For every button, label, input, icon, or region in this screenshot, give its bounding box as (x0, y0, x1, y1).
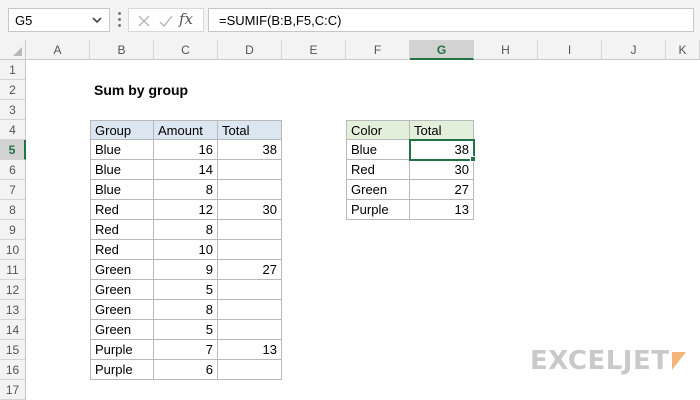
cancel-icon[interactable] (135, 12, 153, 30)
column-header-b[interactable]: B (90, 40, 154, 60)
column-header-j[interactable]: J (602, 40, 666, 60)
data-table-cell[interactable]: 8 (154, 300, 218, 320)
data-table-cell[interactable]: Green (90, 320, 154, 340)
data-table-cell[interactable]: 5 (154, 320, 218, 340)
row-header-1[interactable]: 1 (0, 60, 26, 80)
exceljet-logo-icon (672, 352, 686, 370)
row-header-3[interactable]: 3 (0, 100, 26, 120)
enter-check-icon[interactable] (157, 12, 175, 30)
data-table-cell[interactable]: 5 (154, 280, 218, 300)
data-table-cell[interactable]: Blue (90, 180, 154, 200)
data-table-cell[interactable]: 12 (154, 200, 218, 220)
data-table-cell[interactable] (218, 160, 282, 180)
data-table-cell[interactable]: 27 (218, 260, 282, 280)
formula-input[interactable]: =SUMIF(B:B,F5,C:C) (208, 8, 694, 32)
data-table-cell[interactable]: 38 (218, 140, 282, 160)
row-header-7[interactable]: 7 (0, 180, 26, 200)
row-header-6[interactable]: 6 (0, 160, 26, 180)
summary-table-header[interactable]: Total (410, 120, 474, 140)
sheet-title[interactable]: Sum by group (90, 80, 250, 100)
column-header-d[interactable]: D (218, 40, 282, 60)
data-table-cell[interactable]: Green (90, 280, 154, 300)
row-header-15[interactable]: 15 (0, 340, 26, 360)
row-header-14[interactable]: 14 (0, 320, 26, 340)
data-table-cell[interactable]: 14 (154, 160, 218, 180)
data-table-cell[interactable]: Purple (90, 360, 154, 380)
row-header-17[interactable]: 17 (0, 380, 26, 400)
data-table-cell[interactable]: Red (90, 200, 154, 220)
summary-table-cell[interactable]: Green (346, 180, 410, 200)
select-all-icon[interactable] (0, 40, 26, 60)
data-table-cell[interactable] (218, 320, 282, 340)
data-table-header[interactable]: Total (218, 120, 282, 140)
row-header-9[interactable]: 9 (0, 220, 26, 240)
name-box-value[interactable]: G5 (15, 13, 32, 28)
data-table-cell[interactable]: Blue (90, 140, 154, 160)
column-header-c[interactable]: C (154, 40, 218, 60)
row-header-5[interactable]: 5 (0, 140, 26, 160)
column-header-a[interactable]: A (26, 40, 90, 60)
summary-table-cell[interactable]: 30 (410, 160, 474, 180)
column-header-g[interactable]: G (410, 40, 474, 60)
data-table-cell[interactable] (218, 280, 282, 300)
data-table-cell[interactable]: 9 (154, 260, 218, 280)
column-header-k[interactable]: K (666, 40, 700, 60)
summary-table-header[interactable]: Color (346, 120, 410, 140)
data-table-cell[interactable]: Green (90, 260, 154, 280)
data-table-cell[interactable] (218, 300, 282, 320)
formula-text[interactable]: =SUMIF(B:B,F5,C:C) (219, 13, 341, 28)
data-table-cell[interactable]: Blue (90, 160, 154, 180)
formula-bar: G5 fx =SUMIF(B:B,F5,C:C) (0, 0, 700, 40)
data-table-cell[interactable]: 13 (218, 340, 282, 360)
data-table-cell[interactable]: Red (90, 240, 154, 260)
row-header-8[interactable]: 8 (0, 200, 26, 220)
column-header-h[interactable]: H (474, 40, 538, 60)
data-table-header[interactable]: Group (90, 120, 154, 140)
logo-text: EXCELJET (530, 346, 670, 376)
data-table-cell[interactable]: 7 (154, 340, 218, 360)
data-table-cell[interactable] (218, 360, 282, 380)
summary-table-cell[interactable]: Red (346, 160, 410, 180)
summary-table-cell[interactable]: Blue (346, 140, 410, 160)
data-table-cell[interactable]: 10 (154, 240, 218, 260)
formula-buttons: fx (128, 8, 204, 32)
row-header-4[interactable]: 4 (0, 120, 26, 140)
active-cell-outline[interactable] (409, 139, 475, 161)
drag-handle[interactable] (118, 12, 122, 28)
data-table-cell[interactable] (218, 180, 282, 200)
row-header-13[interactable]: 13 (0, 300, 26, 320)
data-table-cell[interactable]: 30 (218, 200, 282, 220)
data-table-cell[interactable]: 8 (154, 180, 218, 200)
summary-table-cell[interactable]: 27 (410, 180, 474, 200)
summary-table-cell[interactable]: Purple (346, 200, 410, 220)
chevron-down-icon[interactable] (89, 11, 105, 29)
row-header-11[interactable]: 11 (0, 260, 26, 280)
data-table-cell[interactable]: 6 (154, 360, 218, 380)
data-table-cell[interactable] (218, 220, 282, 240)
summary-table-cell[interactable]: 13 (410, 200, 474, 220)
row-header-12[interactable]: 12 (0, 280, 26, 300)
row-header-16[interactable]: 16 (0, 360, 26, 380)
row-header-2[interactable]: 2 (0, 80, 26, 100)
column-header-i[interactable]: I (538, 40, 602, 60)
fill-handle[interactable] (470, 156, 476, 162)
column-header-f[interactable]: F (346, 40, 410, 60)
data-table-cell[interactable] (218, 240, 282, 260)
data-table-cell[interactable]: 16 (154, 140, 218, 160)
data-table-cell[interactable]: Red (90, 220, 154, 240)
name-box[interactable]: G5 (8, 8, 110, 32)
column-header-e[interactable]: E (282, 40, 346, 60)
row-header-10[interactable]: 10 (0, 240, 26, 260)
function-icon[interactable]: fx (179, 10, 193, 28)
data-table-cell[interactable]: 8 (154, 220, 218, 240)
data-table-cell[interactable]: Green (90, 300, 154, 320)
data-table-header[interactable]: Amount (154, 120, 218, 140)
data-table-cell[interactable]: Purple (90, 340, 154, 360)
